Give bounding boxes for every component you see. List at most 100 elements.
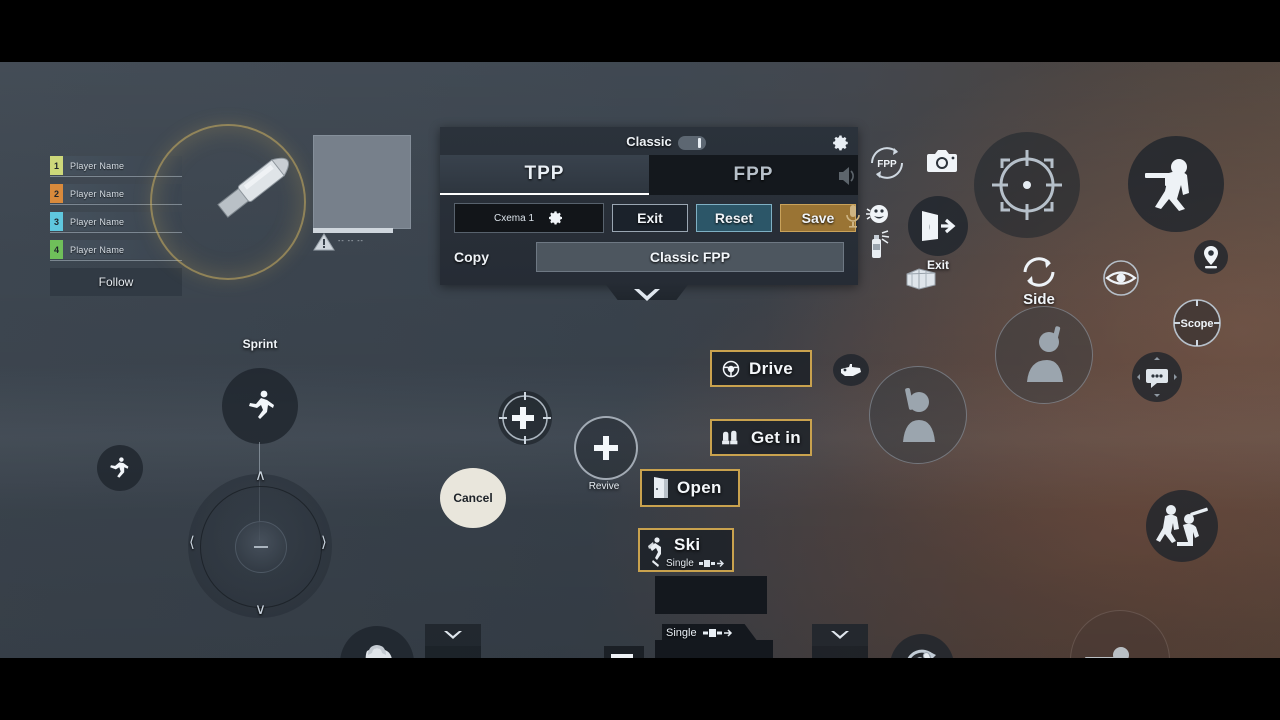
peek-left-character-icon: [903, 387, 935, 442]
ski-action-button[interactable]: Ski Single: [638, 528, 734, 572]
joystick-arrow-up: ∧: [255, 467, 266, 484]
peek-right-character-icon: [1027, 326, 1063, 382]
lean-left-icon: [110, 457, 129, 478]
panel-action-row: Cxema 1 Exit Reset Save: [440, 197, 858, 239]
revive-button[interactable]: [574, 416, 638, 480]
medkit-slot[interactable]: 0: [425, 624, 481, 658]
peek-right-button[interactable]: [995, 306, 1093, 404]
scheme-label: Cxema 1: [493, 212, 534, 224]
fire-mode-indicator[interactable]: Single: [666, 627, 733, 639]
ski-fire-mode[interactable]: Single: [666, 558, 725, 569]
chevron-down-icon[interactable]: [812, 624, 868, 646]
lean-left-button[interactable]: [97, 445, 143, 491]
revive-label: Revive: [588, 481, 620, 492]
crate-button[interactable]: [905, 266, 937, 292]
grenade-icon[interactable]: [812, 646, 868, 658]
crouch-shooting-soldier-icon: [1145, 159, 1189, 211]
minimap-warning-text: -- -- --: [338, 238, 364, 245]
peek-eye-button[interactable]: [1099, 258, 1143, 298]
speaker-icon: [836, 163, 856, 189]
peek-left-button[interactable]: [869, 366, 967, 464]
gear-icon[interactable]: [548, 210, 564, 226]
plus-icon: [594, 436, 618, 460]
eye-icon: [1103, 260, 1139, 296]
fire-mode-arrow-icon: [698, 560, 724, 567]
spray-can-icon: [872, 230, 890, 258]
open-label: Open: [677, 478, 722, 497]
screenshot-root: 1 Player Name 2 Player Name 3 Player Nam…: [0, 0, 1280, 720]
grenade-slot[interactable]: 0: [812, 624, 868, 658]
pointing-hand-button[interactable]: [833, 354, 869, 386]
joystick-knob[interactable]: [235, 521, 287, 573]
scope-label: Scope: [1180, 318, 1213, 330]
scope-button[interactable]: Scope: [1172, 298, 1222, 348]
emote-button[interactable]: [864, 200, 892, 228]
joystick-arrow-left: ⟨: [189, 534, 195, 551]
player-name: Player Name: [70, 216, 125, 227]
prone-shooting-icon: [1085, 647, 1129, 658]
reload-button[interactable]: [890, 634, 954, 658]
perspective-tabs: TPP FPP: [440, 155, 858, 195]
microphone-icon[interactable]: [844, 203, 862, 229]
map-pin-icon: [1204, 246, 1218, 269]
chevron-down-icon[interactable]: [425, 624, 481, 646]
control-settings-panel: Classic TPP FPP Cxema 1 Exit Reset Save …: [440, 127, 860, 285]
chat-button[interactable]: [1132, 352, 1182, 402]
pointing-hand-icon: [841, 364, 861, 376]
game-viewport: 1 Player Name 2 Player Name 3 Player Nam…: [0, 62, 1280, 658]
running-man-icon: [249, 390, 274, 419]
fpp-toggle-button[interactable]: FPP: [866, 142, 908, 184]
copy-scheme-dropdown[interactable]: Classic FPP: [536, 242, 844, 272]
fire-mode-label: Single: [666, 627, 697, 639]
medkit-icon[interactable]: [425, 646, 481, 658]
pistol-slot[interactable]: [604, 646, 644, 658]
joystick-arrow-down: ∨: [255, 601, 266, 618]
camera-button[interactable]: [925, 146, 959, 176]
weapon-slot-secondary[interactable]: [655, 576, 767, 614]
minimap[interactable]: [313, 135, 411, 229]
player-name: Player Name: [70, 244, 125, 255]
chevron-down-icon[interactable]: [630, 284, 664, 306]
revive-teammate-button[interactable]: [1146, 490, 1218, 562]
crouch-shoot-button[interactable]: [1128, 136, 1224, 232]
ski-fire-mode-label: Single: [666, 558, 694, 569]
aim-reticle-button[interactable]: [972, 130, 1082, 240]
cancel-button[interactable]: Cancel: [440, 468, 506, 528]
side-toggle-button[interactable]: [1015, 248, 1063, 296]
player-name: Player Name: [70, 160, 125, 171]
scheme-selector[interactable]: Cxema 1: [454, 203, 604, 233]
exit-button[interactable]: Exit: [612, 204, 688, 232]
tab-fpp[interactable]: FPP: [649, 155, 858, 195]
page-title: Classic: [626, 134, 672, 149]
gear-icon[interactable]: [832, 134, 850, 152]
emote-face-icon: [866, 205, 888, 223]
backpack-icon: [365, 645, 392, 658]
bullet-decoration-icon: [196, 137, 316, 233]
get-in-action-button[interactable]: Get in: [710, 419, 812, 456]
drive-label: Drive: [749, 358, 794, 378]
exit-door-icon: [922, 211, 956, 241]
backpack-button[interactable]: [340, 626, 414, 658]
prone-button[interactable]: [1070, 610, 1170, 658]
svg-text:FPP: FPP: [877, 159, 897, 170]
map-pin-button[interactable]: [1194, 240, 1228, 274]
spray-button[interactable]: [868, 230, 892, 260]
rotate-arrows-icon: [1023, 257, 1055, 287]
weapon-slot-primary[interactable]: [655, 640, 773, 658]
chat-bubble-icon: [1137, 357, 1177, 397]
warning-triangle-icon: [313, 232, 335, 252]
crate-icon: [906, 268, 936, 290]
fire-mode-arrow-icon: [702, 629, 732, 637]
exit-vehicle-button[interactable]: [908, 196, 968, 256]
reset-button[interactable]: Reset: [696, 204, 772, 232]
open-action-button[interactable]: Open: [640, 469, 740, 507]
player-slot-number: 1: [50, 156, 63, 175]
tab-tpp[interactable]: TPP: [440, 155, 649, 195]
get-in-label: Get in: [751, 427, 801, 447]
aim-target-button[interactable]: [496, 389, 554, 447]
follow-button[interactable]: Follow: [50, 268, 182, 296]
sprint-button[interactable]: [222, 368, 298, 444]
camera-icon: [927, 150, 957, 172]
mode-toggle-switch[interactable]: [678, 136, 706, 150]
drive-action-button[interactable]: Drive: [710, 350, 812, 387]
